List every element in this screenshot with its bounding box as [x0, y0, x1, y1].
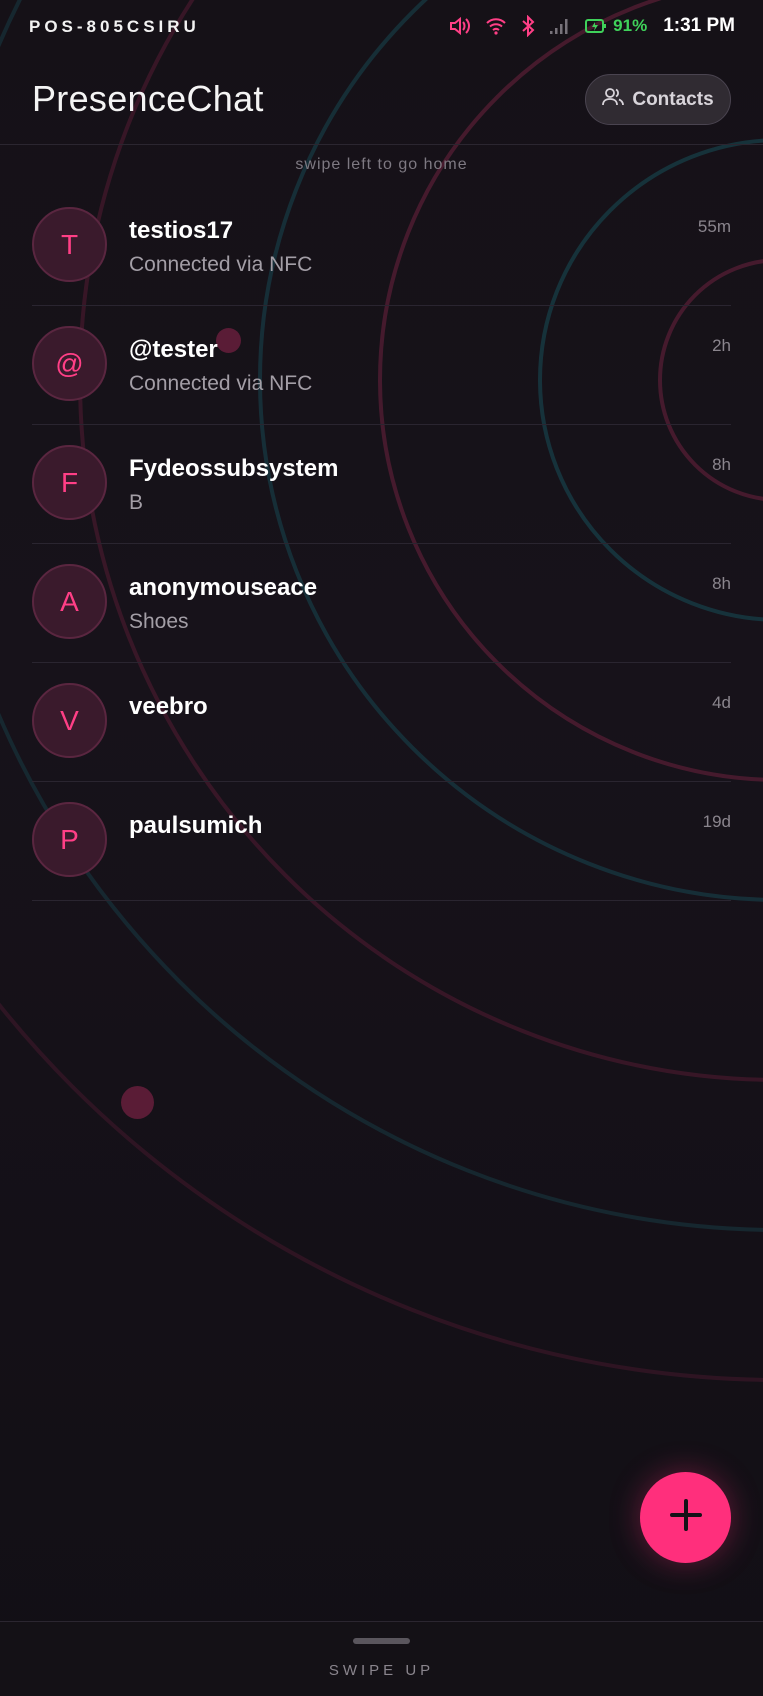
- chat-time: 4d: [712, 693, 731, 712]
- chat-name: anonymouseace: [129, 574, 318, 601]
- contacts-button-label: Contacts: [632, 88, 714, 110]
- chat-list: T testios17 Connected via NFC 55m @ @tes…: [32, 187, 731, 901]
- battery-charging-icon: [585, 18, 607, 34]
- contacts-icon: [602, 87, 625, 112]
- avatar: P: [32, 802, 107, 877]
- swipe-handle[interactable]: [353, 1638, 410, 1644]
- chat-row[interactable]: F Fydeossubsystem B 8h: [32, 425, 731, 544]
- bluetooth-icon: [521, 15, 535, 37]
- contacts-button[interactable]: Contacts: [585, 74, 731, 125]
- avatar: @: [32, 326, 107, 401]
- wifi-icon: [485, 17, 507, 35]
- chat-time: 8h: [712, 574, 731, 593]
- new-chat-button[interactable]: [640, 1472, 731, 1563]
- chat-time: 2h: [712, 336, 731, 355]
- chat-preview: Shoes: [129, 610, 189, 633]
- chat-time: 19d: [702, 812, 731, 831]
- status-bar: POS-805CSIRU 91% 1:31 PM: [0, 0, 763, 50]
- clock: 1:31 PM: [663, 15, 735, 36]
- chat-time: 55m: [697, 217, 731, 236]
- swipe-up-label: SWIPE UP: [328, 1662, 435, 1679]
- chat-preview: Connected via NFC: [129, 372, 313, 395]
- chat-time: 8h: [712, 455, 731, 474]
- avatar: V: [32, 683, 107, 758]
- chat-name: paulsumich: [129, 812, 263, 839]
- chat-row[interactable]: P paulsumich 19d: [32, 782, 731, 901]
- signal-icon: [549, 17, 571, 35]
- page-title: PresenceChat: [32, 78, 264, 119]
- avatar: F: [32, 445, 107, 520]
- volume-icon: [449, 16, 471, 36]
- chat-name: Fydeossubsystem: [129, 455, 339, 482]
- chat-preview: B: [129, 491, 144, 514]
- status-icons: 91% 1:31 PM: [449, 12, 735, 40]
- chat-name: testios17: [129, 217, 234, 244]
- avatar: T: [32, 207, 107, 282]
- chat-row[interactable]: T testios17 Connected via NFC 55m: [32, 187, 731, 306]
- chat-preview: Connected via NFC: [129, 253, 313, 276]
- plus-icon: [669, 1498, 703, 1537]
- app-screen: POS-805CSIRU 91% 1:31 PM PresenceChat Co…: [0, 0, 763, 1696]
- bottom-bar[interactable]: SWIPE UP: [0, 1621, 763, 1696]
- app-header: PresenceChat Contacts: [0, 50, 763, 145]
- chat-name: veebro: [129, 693, 208, 720]
- avatar: A: [32, 564, 107, 639]
- floating-dot: [121, 1086, 154, 1119]
- chat-row[interactable]: @ @tester Connected via NFC 2h: [32, 306, 731, 425]
- chat-row[interactable]: A anonymouseace Shoes 8h: [32, 544, 731, 663]
- carrier-name: POS-805CSIRU: [29, 17, 200, 36]
- chat-name: @tester: [129, 336, 218, 363]
- battery-percent: 91%: [613, 16, 648, 35]
- swipe-hint: swipe left to go home: [295, 156, 468, 173]
- chat-row[interactable]: V veebro 4d: [32, 663, 731, 782]
